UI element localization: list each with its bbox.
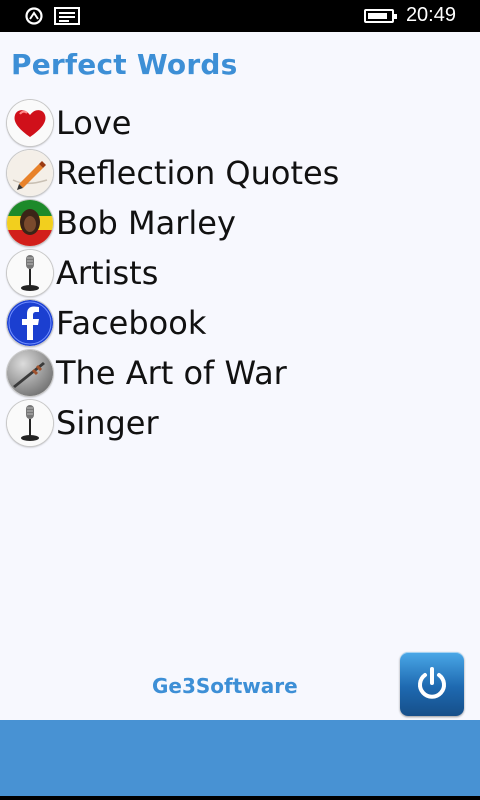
status-bar: 20:49 xyxy=(0,0,480,32)
battery-icon xyxy=(363,8,397,23)
microphone-icon xyxy=(7,250,53,296)
menu-item-facebook[interactable]: Facebook xyxy=(7,298,467,348)
sword-icon xyxy=(7,350,53,396)
menu-item-love[interactable]: Love xyxy=(7,98,467,148)
status-time: 20:49 xyxy=(405,4,456,26)
menu-item-label: The Art of War xyxy=(56,354,287,392)
heart-icon xyxy=(7,100,53,146)
bob-marley-icon xyxy=(7,200,53,246)
menu-item-reflection-quotes[interactable]: Reflection Quotes xyxy=(7,148,467,198)
phone-screen: 20:49 Perfect Words Love Reflection Quot… xyxy=(0,0,480,800)
menu-item-label: Singer xyxy=(56,404,159,442)
power-icon xyxy=(418,667,446,699)
menu-item-label: Artists xyxy=(56,254,159,292)
menu-item-label: Facebook xyxy=(56,304,207,342)
menu-item-the-art-of-war[interactable]: The Art of War xyxy=(7,348,467,398)
menu-item-bob-marley[interactable]: Bob Marley xyxy=(7,198,467,248)
menu-item-label: Reflection Quotes xyxy=(56,154,340,192)
menu-item-singer[interactable]: Singer xyxy=(7,398,467,448)
brand-label: Ge3Software xyxy=(152,674,298,698)
power-button[interactable] xyxy=(400,652,464,716)
app-bar xyxy=(0,720,480,796)
facebook-icon xyxy=(7,300,53,346)
microphone-icon xyxy=(7,400,53,446)
screen-bottom-edge xyxy=(0,796,480,800)
page-title: Perfect Words xyxy=(11,48,238,81)
message-icon xyxy=(54,7,80,29)
menu-item-label: Bob Marley xyxy=(56,204,236,242)
pen-writing-icon xyxy=(7,150,53,196)
menu-list: Love Reflection Quotes Bob Marley Artist… xyxy=(7,98,467,448)
menu-item-label: Love xyxy=(56,104,132,142)
menu-item-artists[interactable]: Artists xyxy=(7,248,467,298)
sync-icon xyxy=(24,6,44,30)
